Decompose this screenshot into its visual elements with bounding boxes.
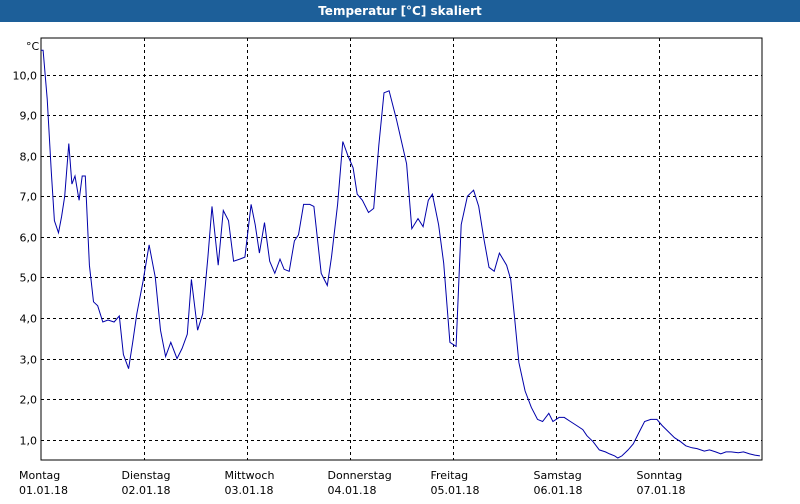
- y-tick-label: 7,0: [20, 191, 38, 204]
- y-tick-label: 6,0: [20, 232, 38, 245]
- plot-area: 1,0 2,0 3,0 4,0 5,0 6,0 7,0 8,0 9,0 10,0 °C Montag 0…: [0, 22, 800, 500]
- y-tick-label: 10,0: [13, 70, 38, 83]
- y-tick-label: 4,0: [20, 313, 38, 326]
- x-tick-day-label: Dienstag: [122, 469, 171, 482]
- y-tick-label: 2,0: [20, 394, 38, 407]
- y-tick-label: 5,0: [20, 272, 38, 285]
- x-tick-date-label: 06.01.18: [534, 484, 583, 497]
- x-tick-day-label: Samstag: [534, 469, 582, 482]
- chart-title: Temperatur [°C] skaliert: [0, 0, 800, 22]
- x-tick-day-label: Sonntag: [637, 469, 683, 482]
- x-tick-date-label: 07.01.18: [637, 484, 686, 497]
- y-axis-unit-label: °C: [26, 40, 40, 53]
- x-tick-date-label: 05.01.18: [431, 484, 480, 497]
- x-tick-day-label: Mittwoch: [225, 469, 275, 482]
- plot-frame: [40, 37, 763, 461]
- x-tick-date-label: 04.01.18: [328, 484, 377, 497]
- x-tick-date-label: 01.01.18: [19, 484, 68, 497]
- temperature-chart: 1,0 2,0 3,0 4,0 5,0 6,0 7,0 8,0 9,0 10,0 °C Montag 0…: [13, 37, 763, 497]
- x-tick-day-label: Montag: [19, 469, 60, 482]
- x-tick-date-label: 02.01.18: [122, 484, 171, 497]
- x-tick-date-label: 03.01.18: [225, 484, 274, 497]
- chart-window: Temperatur [°C] skaliert 1,0 2,0 3,0 4,0 5,0…: [0, 0, 800, 500]
- temperature-series-line: [41, 49, 760, 459]
- y-tick-label: 8,0: [20, 151, 38, 164]
- x-tick-day-label: Freitag: [431, 469, 469, 482]
- y-tick-label: 3,0: [20, 354, 38, 367]
- y-tick-label: 1,0: [20, 435, 38, 448]
- y-tick-label: 9,0: [20, 110, 38, 123]
- x-tick-day-label: Donnerstag: [328, 469, 392, 482]
